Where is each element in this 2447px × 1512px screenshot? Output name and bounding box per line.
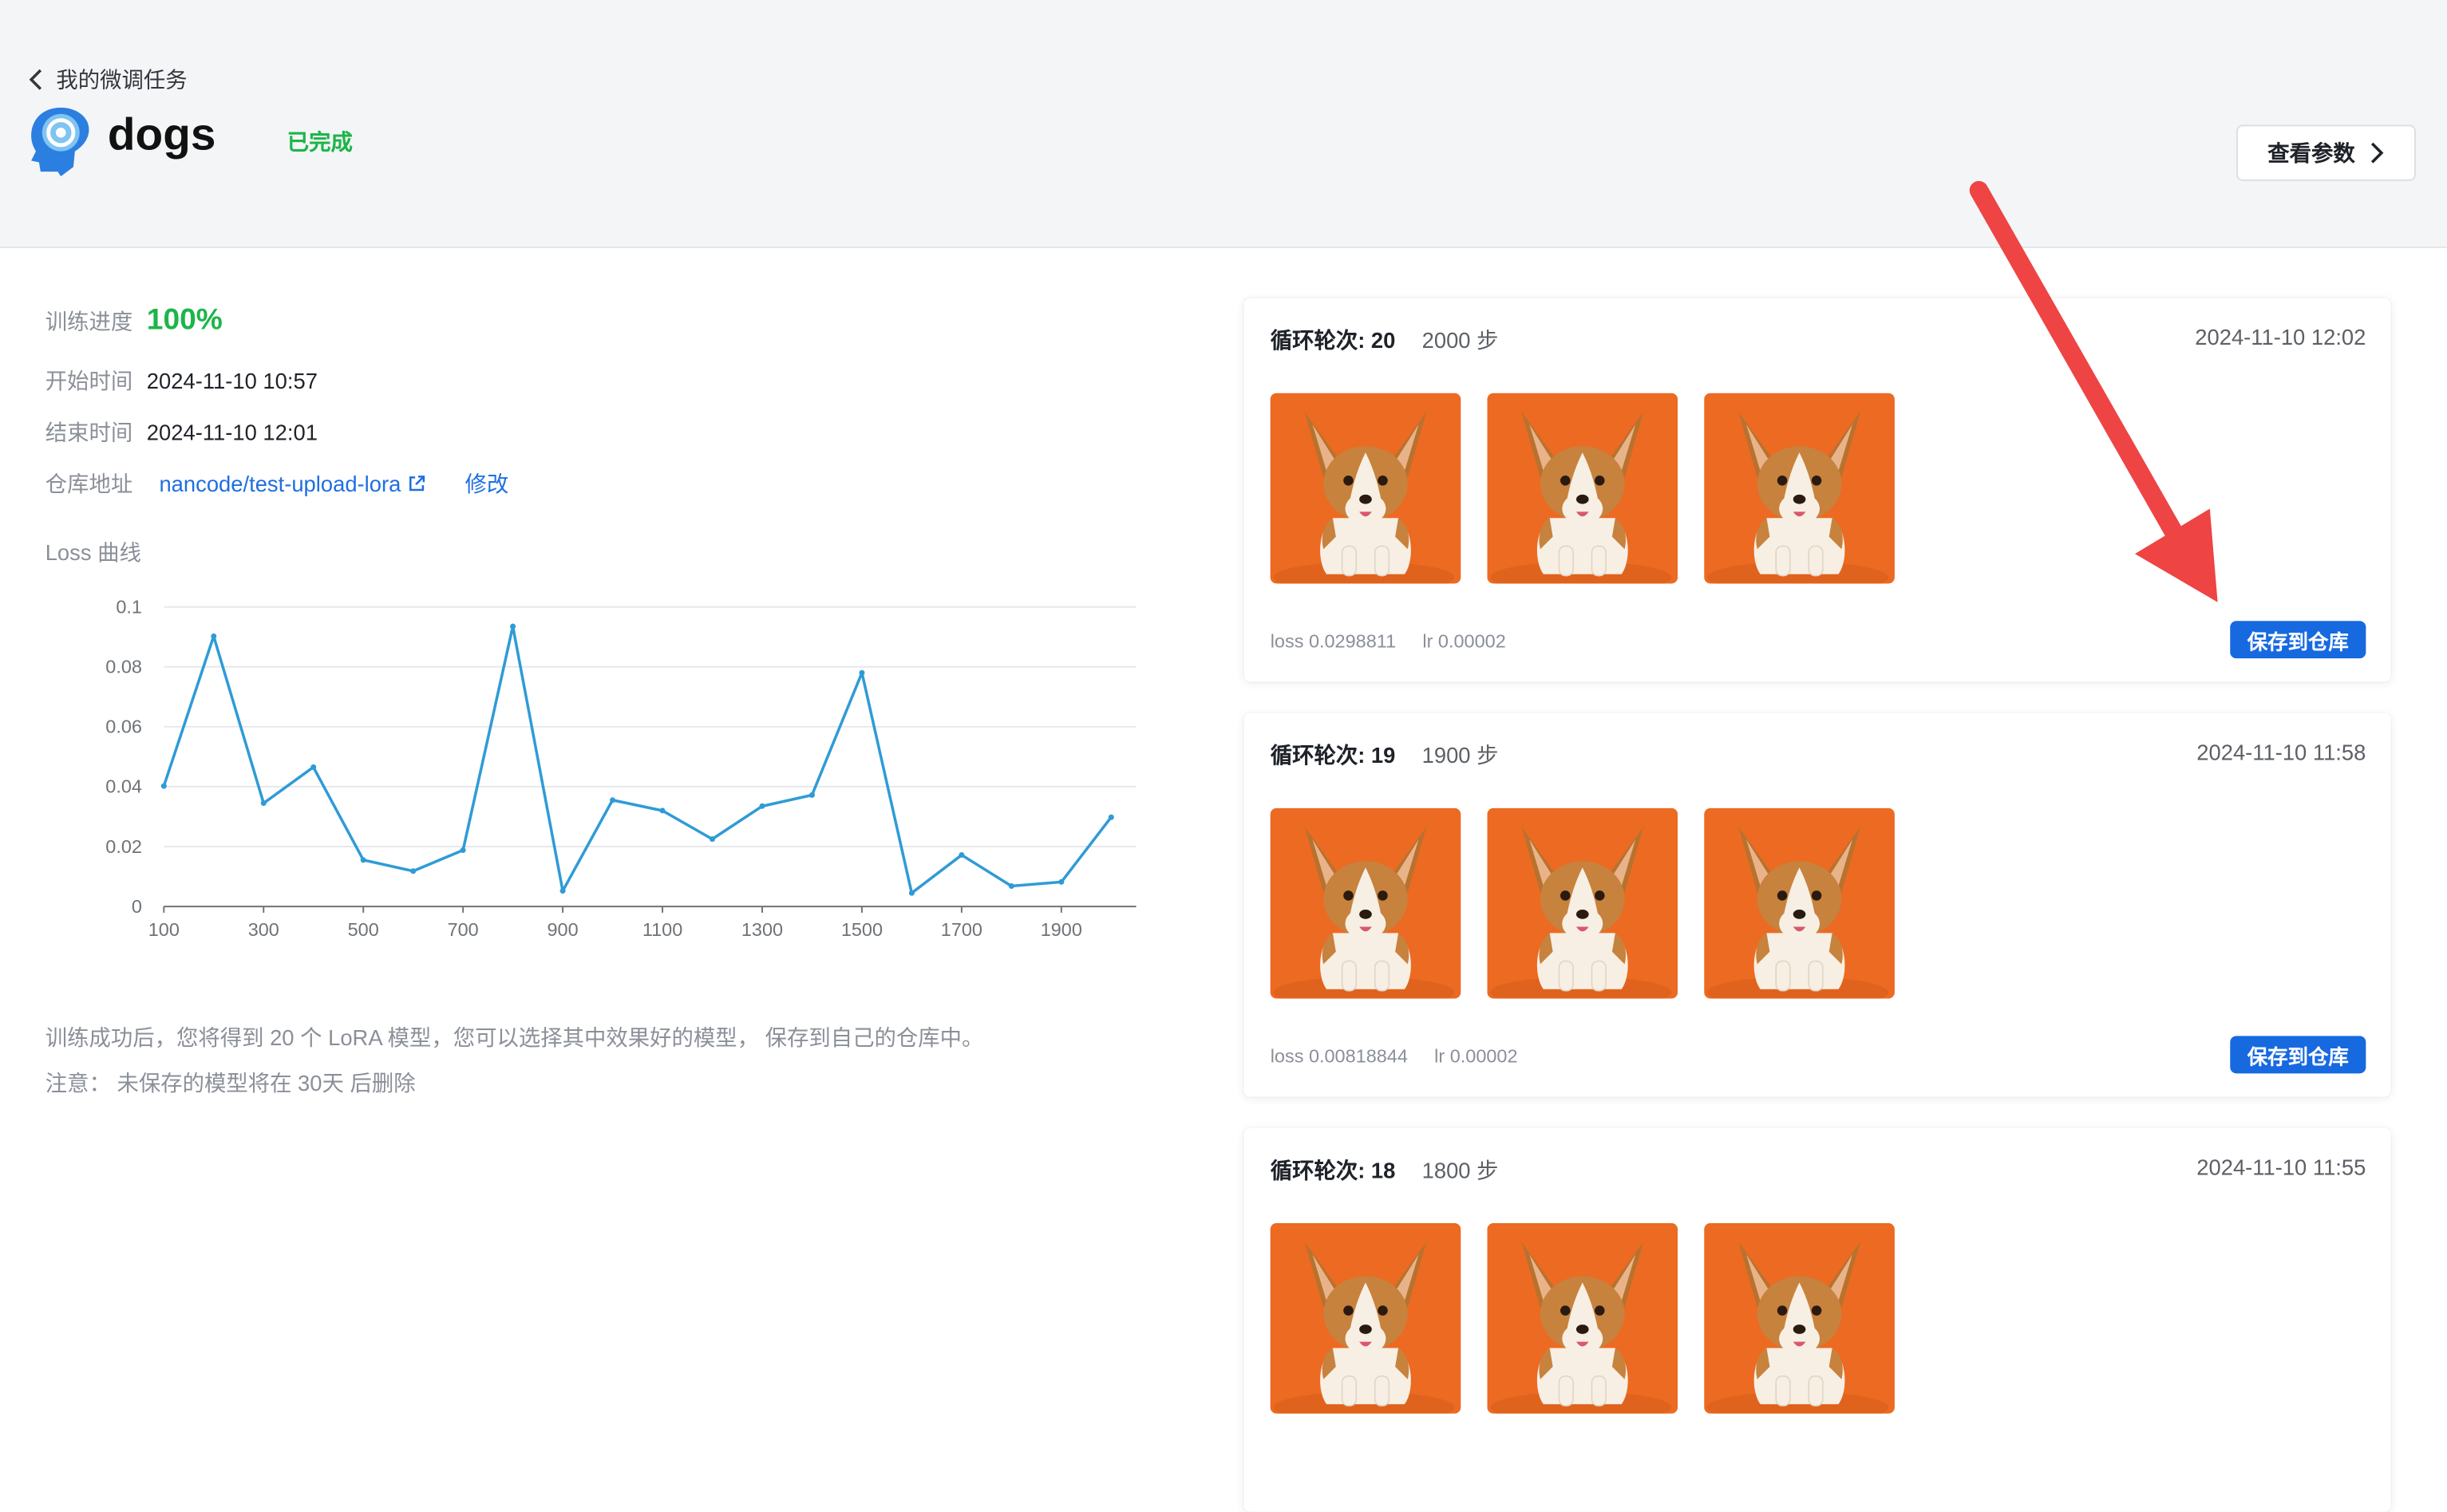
- y-tick-label: 0: [132, 896, 142, 917]
- loss-data-point: [959, 851, 965, 859]
- repo-row: 仓库地址 nancode/test-upload-lora 修改: [45, 468, 509, 499]
- save-to-repo-button[interactable]: 保存到仓库: [2230, 621, 2366, 659]
- checkpoint-steps: 1800 步: [1421, 1157, 1499, 1183]
- checkpoint-stats: loss 0.0298811 lr 0.00002: [1271, 630, 1506, 652]
- loss-data-point: [908, 890, 915, 896]
- loss-data-point: [808, 792, 815, 798]
- progress-label: 训练进度: [45, 309, 133, 334]
- y-tick-label: 0.06: [105, 717, 142, 737]
- loss-data-point: [859, 669, 865, 676]
- x-tick-label: 1500: [841, 919, 883, 940]
- repo-link-text: nancode/test-upload-lora: [159, 471, 401, 496]
- end-time-value: 2024-11-10 12:01: [146, 420, 318, 445]
- sample-image[interactable]: [1270, 393, 1461, 584]
- repo-link[interactable]: nancode/test-upload-lora: [159, 472, 425, 496]
- loss-data-point: [260, 800, 267, 807]
- y-tick-label: 0.04: [105, 776, 142, 797]
- loss-data-point: [759, 803, 765, 809]
- checkpoint-loss: loss 0.00818844: [1270, 1045, 1408, 1068]
- loss-data-point: [1058, 878, 1065, 885]
- back-link-label: 我的微调任务: [56, 67, 188, 93]
- sample-image-row: [1270, 1223, 1895, 1414]
- y-tick-label: 0.1: [116, 596, 142, 617]
- loss-data-point: [659, 807, 666, 814]
- checkpoint-lr: lr 0.00002: [1434, 1045, 1518, 1068]
- progress-value: 100%: [146, 304, 223, 338]
- loss-data-point: [310, 764, 317, 771]
- checkpoint-time: 2024-11-10 11:58: [2196, 739, 2366, 765]
- checkpoint-steps: 2000 步: [1421, 327, 1499, 353]
- checkpoint-epoch: 循环轮次: 19: [1270, 742, 1396, 768]
- deletion-warning: 注意： 未保存的模型将在 30天 后删除: [45, 1070, 416, 1096]
- start-time-value: 2024-11-10 10:57: [146, 368, 318, 393]
- checkpoint-time: 2024-11-10 11:55: [2196, 1154, 2366, 1180]
- back-link[interactable]: 我的微调任务: [28, 64, 188, 95]
- x-tick-label: 1700: [941, 919, 982, 940]
- chevron-right-icon: [2370, 142, 2384, 164]
- sample-image[interactable]: [1704, 807, 1895, 999]
- checkpoint-card: 循环轮次: 19 1900 步 2024-11-10 11:58 loss 0.…: [1243, 713, 2391, 1097]
- y-tick-label: 0.02: [105, 836, 142, 857]
- end-time-row: 结束时间 2024-11-10 12:01: [45, 416, 318, 448]
- checkpoint-header: 循环轮次: 19 1900 步: [1271, 740, 1499, 771]
- x-tick-label: 1100: [642, 919, 682, 940]
- sample-image-row: [1270, 807, 1895, 999]
- sample-image[interactable]: [1487, 1223, 1678, 1414]
- loss-chart-title: Loss 曲线: [45, 539, 141, 565]
- loss-data-point: [211, 633, 217, 639]
- end-time-label: 结束时间: [45, 420, 133, 445]
- loss-data-point: [160, 783, 167, 789]
- save-to-repo-button[interactable]: 保存到仓库: [2230, 1036, 2366, 1074]
- progress-row: 训练进度 100%: [45, 304, 223, 338]
- annotation-arrow-icon: [1969, 180, 2218, 602]
- status-badge: 已完成: [287, 129, 353, 155]
- training-note: 训练成功后，您将得到 20 个 LoRA 模型，您可以选择其中效果好的模型， 保…: [45, 1024, 984, 1050]
- x-tick-label: 1300: [741, 919, 783, 940]
- x-tick-label: 300: [248, 919, 279, 940]
- start-time-label: 开始时间: [45, 368, 133, 393]
- checkpoint-stats: loss 0.00818844 lr 0.00002: [1271, 1045, 1518, 1067]
- loss-chart: 0 0.02 0.04 0.06 0.08 0.1 100 300 500 700 900 1100 1…: [105, 596, 1137, 940]
- checkpoint-epoch: 循环轮次: 20: [1270, 327, 1396, 353]
- loss-data-point: [510, 623, 516, 630]
- x-tick-label: 1900: [1041, 919, 1082, 940]
- sample-image[interactable]: [1270, 807, 1461, 999]
- x-tick-label: 100: [148, 919, 180, 940]
- y-tick-label: 0.08: [105, 657, 142, 677]
- x-tick-label: 500: [348, 919, 379, 940]
- loss-data-point: [610, 797, 616, 803]
- model-head-logo-icon: [31, 107, 89, 176]
- loss-data-point: [1008, 883, 1014, 890]
- sample-image[interactable]: [1704, 393, 1895, 584]
- checkpoint-header: 循环轮次: 18 1800 步: [1271, 1155, 1499, 1186]
- loss-data-point: [410, 868, 417, 874]
- external-link-icon: [409, 476, 425, 491]
- sample-image[interactable]: [1487, 807, 1678, 999]
- checkpoint-epoch: 循环轮次: 18: [1270, 1157, 1396, 1183]
- chevron-left-icon: [29, 69, 42, 90]
- loss-data-point: [460, 847, 466, 854]
- page-root: 我的微调任务 dogs 已完成 查看参数 训练进度 100% 开始时间 2024…: [0, 0, 2447, 1512]
- loss-data-point: [559, 888, 566, 894]
- sample-image-row: [1270, 393, 1895, 584]
- sample-image[interactable]: [1704, 1223, 1895, 1414]
- x-tick-label: 700: [448, 919, 479, 940]
- sample-image[interactable]: [1270, 1223, 1461, 1414]
- edit-repo-link[interactable]: 修改: [464, 468, 508, 499]
- page-title: dogs: [107, 110, 216, 161]
- checkpoint-header: 循环轮次: 20 2000 步: [1271, 325, 1499, 356]
- x-tick-label: 900: [548, 919, 579, 940]
- view-params-label: 查看参数: [2267, 140, 2355, 166]
- checkpoint-card: 循环轮次: 18 1800 步 2024-11-10 11:55: [1243, 1127, 2391, 1512]
- repo-label: 仓库地址: [45, 471, 133, 496]
- loss-data-point: [1108, 814, 1114, 820]
- start-time-row: 开始时间 2024-11-10 10:57: [45, 365, 318, 397]
- checkpoint-lr: lr 0.00002: [1422, 630, 1506, 653]
- loss-data-point: [709, 836, 716, 843]
- loss-data-point: [360, 857, 366, 863]
- checkpoint-steps: 1900 步: [1421, 742, 1499, 768]
- view-params-button[interactable]: 查看参数: [2236, 124, 2416, 181]
- sample-image[interactable]: [1487, 393, 1678, 584]
- checkpoint-loss: loss 0.0298811: [1270, 630, 1397, 653]
